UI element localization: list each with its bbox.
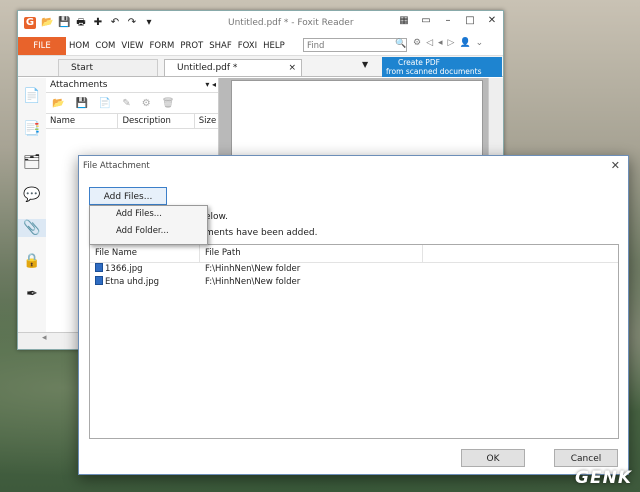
cancel-button[interactable]: Cancel (554, 449, 618, 467)
file-path: F:\HinhNen\New folder (205, 277, 301, 287)
signature-icon[interactable]: ✒ (23, 285, 41, 303)
menu-tabs: HOM COM VIEW FORM PROT SHAF FOXI HELP (66, 41, 288, 51)
attachments-panel-header: Attachments ▾ ◂ (46, 78, 218, 93)
dialog-title: File Attachment (83, 161, 150, 171)
col-file-path[interactable]: File Path (200, 245, 423, 262)
maximize-button[interactable]: □ (459, 11, 481, 31)
col-size[interactable]: Size (195, 114, 218, 128)
foxit-logo-icon: G (24, 17, 36, 29)
print-icon[interactable]: 🖶 (75, 17, 87, 29)
add-files-dropdown: Add Files... Add Folder... (89, 205, 208, 245)
file-menu-button[interactable]: FILE (18, 37, 66, 55)
window-title: Untitled.pdf * - Foxit Reader (228, 18, 354, 28)
menu-help[interactable]: HELP (260, 41, 288, 51)
panel-controls-icon[interactable]: ▾ ◂ (205, 78, 216, 92)
quick-access-toolbar: G 📂 💾 🖶 ✚ ↶ ↷ ▾ (24, 17, 155, 29)
redo-icon[interactable]: ↷ (126, 17, 138, 29)
find-input[interactable]: Find (303, 38, 407, 52)
tab-document[interactable]: Untitled.pdf * × (164, 59, 302, 76)
file-name-cell: 1366.jpg (90, 263, 200, 276)
layout-icon[interactable]: ▦ (393, 11, 415, 31)
create-pdf-promo[interactable]: Create PDF from scanned documents (382, 57, 502, 77)
undo-icon[interactable]: ↶ (109, 17, 121, 29)
dialog-title-bar: File Attachment ✕ (79, 156, 628, 176)
scroll-left-icon[interactable]: ◂ (42, 333, 47, 343)
dialog-instruction-1: elow. (205, 212, 228, 222)
dialog-instruction-2: ments have been added. (205, 228, 318, 238)
menu-foxit[interactable]: FOXI (235, 41, 260, 51)
ribbon-menu: FILE HOM COM VIEW FORM PROT SHAF FOXI HE… (18, 37, 503, 55)
prev-page-icon[interactable]: ◂ (438, 38, 443, 48)
attachments-icon[interactable]: 📎 (18, 219, 46, 237)
dialog-close-icon[interactable]: ✕ (611, 156, 620, 176)
layers-icon[interactable]: 🗂 (23, 153, 41, 171)
first-page-icon[interactable]: ◁ (426, 38, 433, 48)
menu-view[interactable]: VIEW (118, 41, 146, 51)
file-attachment-dialog: File Attachment ✕ Add Files... Add Files… (78, 155, 629, 475)
ok-button[interactable]: OK (461, 449, 525, 467)
user-icon[interactable]: 👤 (459, 38, 470, 48)
col-name[interactable]: Name (46, 114, 119, 128)
navigation-sidebar: 📄 📑 🗂 💬 📎 🔒 ✒ (18, 78, 47, 349)
file-name-cell: Etna uhd.jpg (90, 276, 200, 289)
menu-protect[interactable]: PROT (177, 41, 206, 51)
security-icon[interactable]: 🔒 (23, 252, 41, 270)
title-bar: G 📂 💾 🖶 ✚ ↶ ↷ ▾ Untitled.pdf * - Foxit R… (18, 11, 503, 37)
comments-icon[interactable]: 💬 (23, 186, 41, 204)
save-attachment-icon[interactable]: 💾 (75, 98, 87, 109)
tab-start[interactable]: Start (58, 59, 158, 76)
settings-icon[interactable]: ⚙ (413, 38, 421, 48)
file-name: Etna uhd.jpg (105, 277, 160, 287)
menu-home[interactable]: HOM (66, 41, 92, 51)
promo-line1: Create PDF (398, 58, 440, 67)
add-files-button[interactable]: Add Files... (89, 187, 167, 205)
menu-comment[interactable]: COM (92, 41, 118, 51)
delete-attachment-icon[interactable]: 🗑 (162, 98, 175, 109)
genk-watermark: GENK (575, 468, 632, 488)
edit-description-icon[interactable]: ✎ (122, 98, 130, 109)
settings-attachment-icon[interactable]: ⚙ (142, 98, 151, 109)
attachments-toolbar: 📂 💾 📄 ✎ ⚙ 🗑 (46, 93, 218, 113)
document-tabs: Start Untitled.pdf * × ▼ Create PDF from… (18, 55, 503, 77)
next-page-icon[interactable]: ▷ (448, 38, 455, 48)
save-icon[interactable]: 💾 (58, 17, 70, 29)
table-row[interactable]: 1366.jpg F:\HinhNen\New folder (90, 263, 618, 276)
ribbon-icon[interactable]: ▭ (415, 11, 437, 31)
window-controls: ▦ ▭ – □ ✕ (393, 11, 503, 31)
image-file-icon (95, 263, 103, 272)
tab-dropdown-icon[interactable]: ▼ (362, 60, 368, 69)
expand-icon[interactable]: ⌄ (476, 38, 484, 48)
menu-form[interactable]: FORM (147, 41, 178, 51)
file-path: F:\HinhNen\New folder (205, 264, 301, 274)
file-list-header: File Name File Path (90, 245, 618, 263)
open-attachment-icon[interactable]: 📂 (52, 98, 64, 109)
col-empty (423, 245, 618, 262)
attachments-columns: Name Description Size (46, 113, 218, 129)
promo-line2: from scanned documents (386, 67, 482, 76)
pages-icon[interactable]: 📄 (23, 87, 41, 105)
nav-icons: ⚙ ◁ ◂ ▷ 👤 ⌄ (413, 38, 483, 48)
menu-add-folder[interactable]: Add Folder... (90, 223, 207, 240)
add-attachment-icon[interactable]: 📄 (99, 98, 111, 109)
menu-share[interactable]: SHAF (206, 41, 235, 51)
open-icon[interactable]: 📂 (41, 17, 53, 29)
new-icon[interactable]: ✚ (92, 17, 104, 29)
customize-icon[interactable]: ▾ (143, 17, 155, 29)
file-list-table: File Name File Path 1366.jpg F:\HinhNen\… (89, 244, 619, 439)
attachments-panel-title: Attachments (50, 80, 108, 90)
col-description[interactable]: Description (118, 114, 195, 128)
minimize-button[interactable]: – (437, 11, 459, 31)
bookmarks-icon[interactable]: 📑 (23, 120, 41, 138)
file-name: 1366.jpg (105, 264, 143, 274)
image-file-icon (95, 276, 103, 285)
col-file-name[interactable]: File Name (90, 245, 200, 262)
close-button[interactable]: ✕ (481, 11, 503, 31)
menu-add-files[interactable]: Add Files... (90, 206, 207, 223)
tab-document-label: Untitled.pdf * (177, 63, 238, 73)
table-row[interactable]: Etna uhd.jpg F:\HinhNen\New folder (90, 276, 618, 289)
close-tab-icon[interactable]: × (288, 60, 296, 77)
